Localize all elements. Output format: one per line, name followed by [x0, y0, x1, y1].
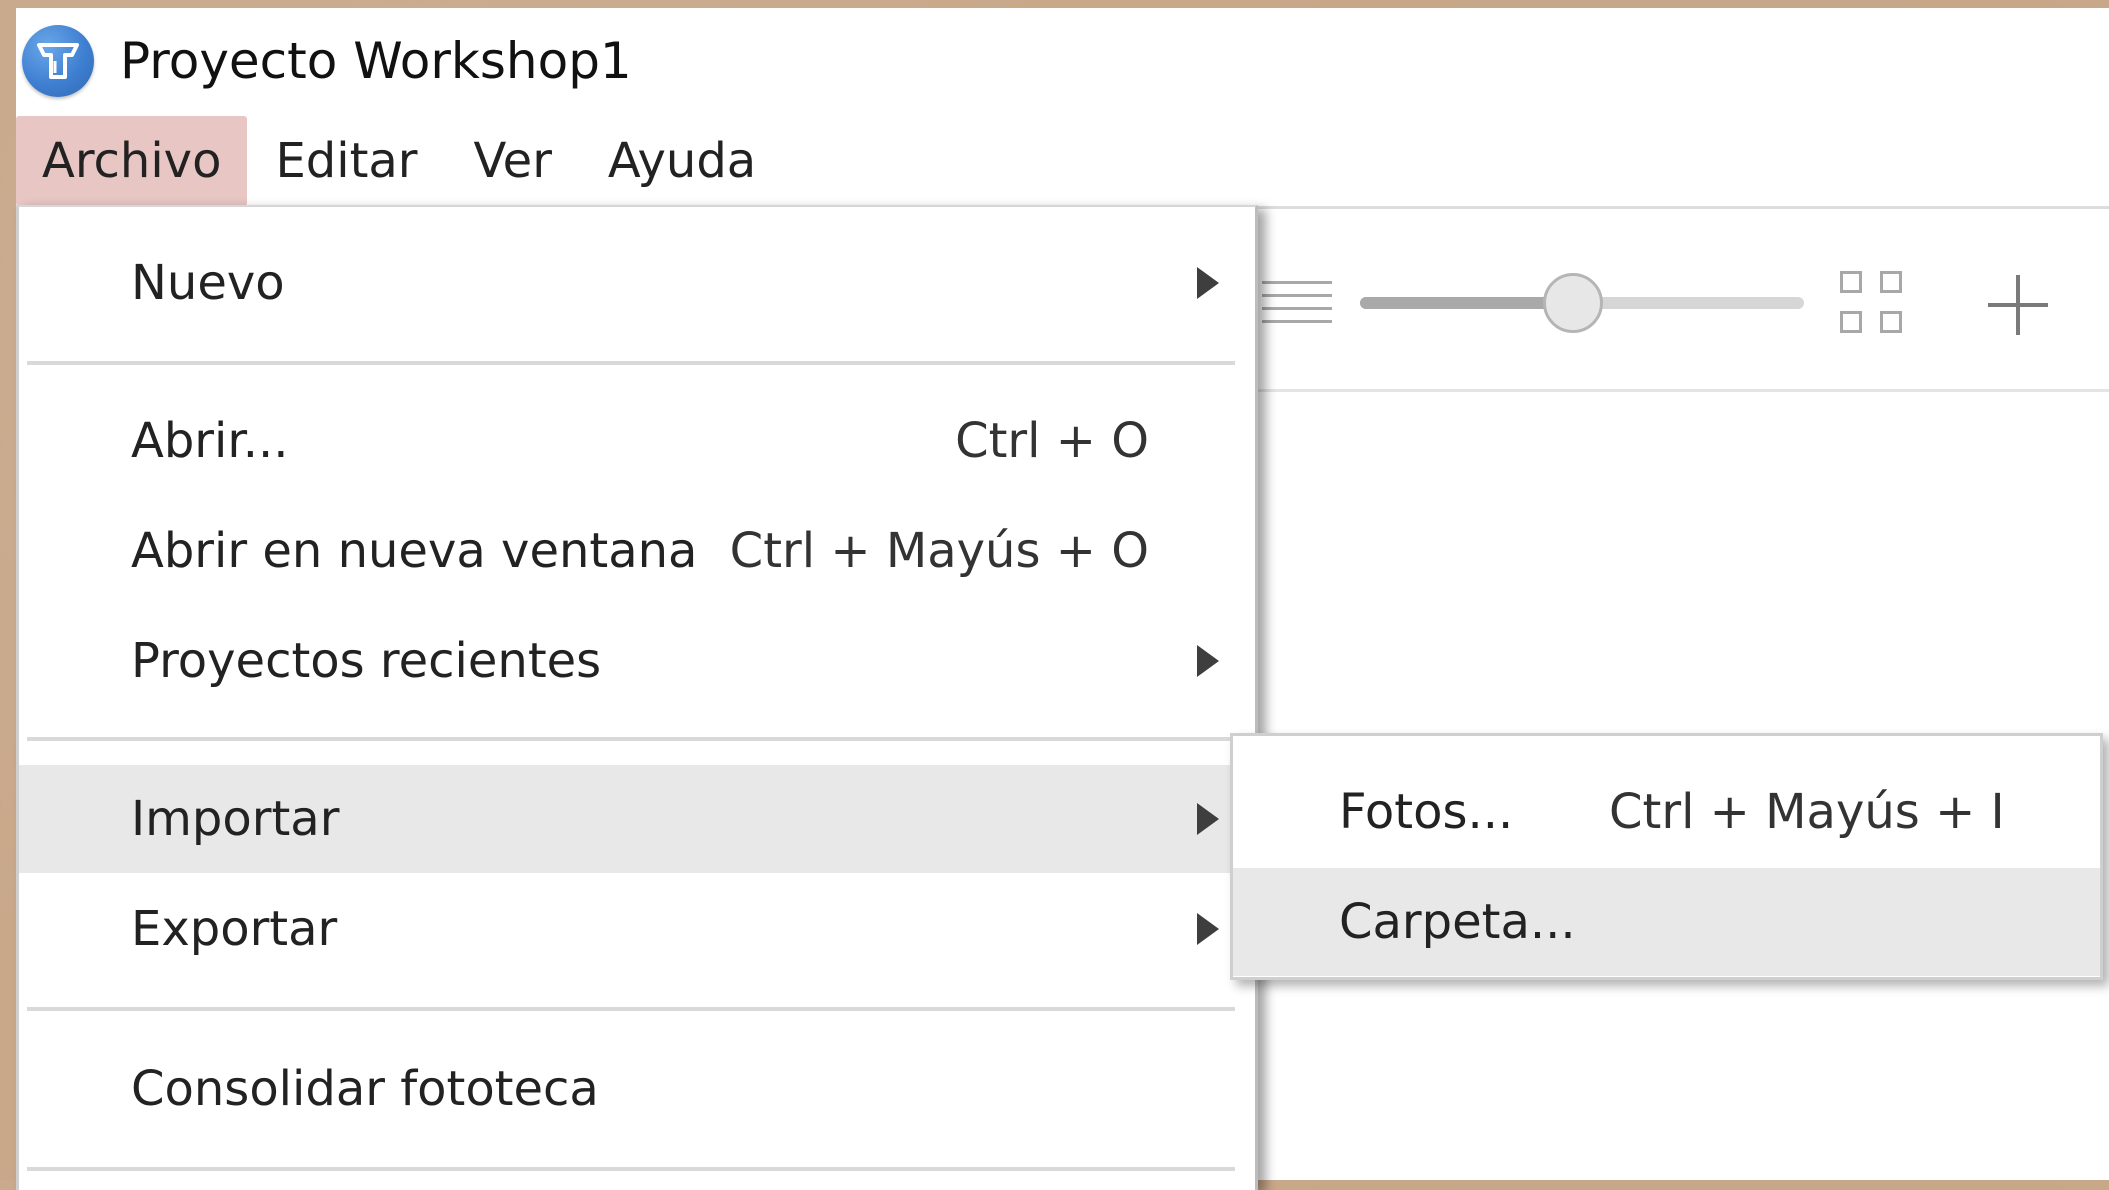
- menu-item-consolidar-fototeca[interactable]: Consolidar fototeca: [19, 1035, 1255, 1143]
- menu-item-label: Abrir...: [131, 413, 289, 469]
- menu-archivo[interactable]: Archivo: [16, 116, 248, 206]
- menu-item-label: Nuevo: [131, 255, 285, 311]
- grid-view-icon[interactable]: [1840, 271, 1906, 337]
- workshop-app-icon: [22, 25, 94, 97]
- zoom-slider-fill: [1360, 297, 1573, 309]
- menu-separator: [27, 361, 1235, 365]
- menu-item-label: Proyectos recientes: [131, 633, 602, 689]
- submenu-item-shortcut: Ctrl + Mayús + I: [1609, 784, 2005, 840]
- menu-item-label: Importar: [131, 791, 340, 847]
- submenu-item-label: Carpeta...: [1339, 894, 1576, 950]
- menu-item-proyectos-recientes[interactable]: Proyectos recientes: [19, 607, 1255, 715]
- menu-item-nuevo[interactable]: Nuevo: [19, 229, 1255, 337]
- menu-bar: Archivo Editar Ver Ayuda: [16, 116, 784, 206]
- window-title: Proyecto Workshop1: [120, 32, 632, 90]
- submenu-arrow-icon: [1197, 267, 1219, 299]
- menu-item-abrir[interactable]: Abrir... Ctrl + O: [19, 387, 1255, 495]
- menu-editar[interactable]: Editar: [247, 116, 445, 206]
- list-view-icon[interactable]: [1262, 281, 1332, 325]
- menu-separator: [27, 1007, 1235, 1011]
- menu-separator: [27, 1167, 1235, 1171]
- submenu-item-label: Fotos...: [1339, 784, 1514, 840]
- submenu-arrow-icon: [1197, 645, 1219, 677]
- menu-item-label: Consolidar fototeca: [131, 1061, 599, 1117]
- menu-item-label: Exportar: [131, 901, 338, 957]
- zoom-slider-thumb[interactable]: [1543, 273, 1603, 333]
- title-bar: Proyecto Workshop1: [16, 8, 2109, 108]
- menu-ver[interactable]: Ver: [446, 116, 580, 206]
- importar-submenu: Fotos... Ctrl + Mayús + I Carpeta...: [1230, 733, 2103, 980]
- view-toolbar: [1236, 206, 2109, 392]
- menu-item-abrir-nueva-ventana[interactable]: Abrir en nueva ventana Ctrl + Mayús + O: [19, 497, 1255, 605]
- archivo-dropdown: Nuevo Abrir... Ctrl + O Abrir en nueva v…: [16, 205, 1258, 1190]
- menu-item-shortcut: Ctrl + O: [955, 413, 1149, 469]
- menu-item-importar[interactable]: Importar: [19, 765, 1255, 873]
- menu-item-exportar[interactable]: Exportar: [19, 875, 1255, 983]
- submenu-arrow-icon: [1197, 803, 1219, 835]
- plus-icon[interactable]: [1986, 273, 2050, 337]
- menu-item-shortcut: Ctrl + Mayús + O: [729, 523, 1149, 579]
- menu-ayuda[interactable]: Ayuda: [580, 116, 784, 206]
- app-window: Proyecto Workshop1 Archivo Editar Ver Ay…: [16, 8, 2109, 1190]
- submenu-item-fotos[interactable]: Fotos... Ctrl + Mayús + I: [1233, 758, 2100, 866]
- zoom-slider[interactable]: [1360, 271, 1804, 335]
- submenu-arrow-icon: [1197, 913, 1219, 945]
- submenu-item-carpeta[interactable]: Carpeta...: [1233, 868, 2100, 976]
- menu-separator: [27, 737, 1235, 741]
- menu-item-label: Abrir en nueva ventana: [131, 523, 698, 579]
